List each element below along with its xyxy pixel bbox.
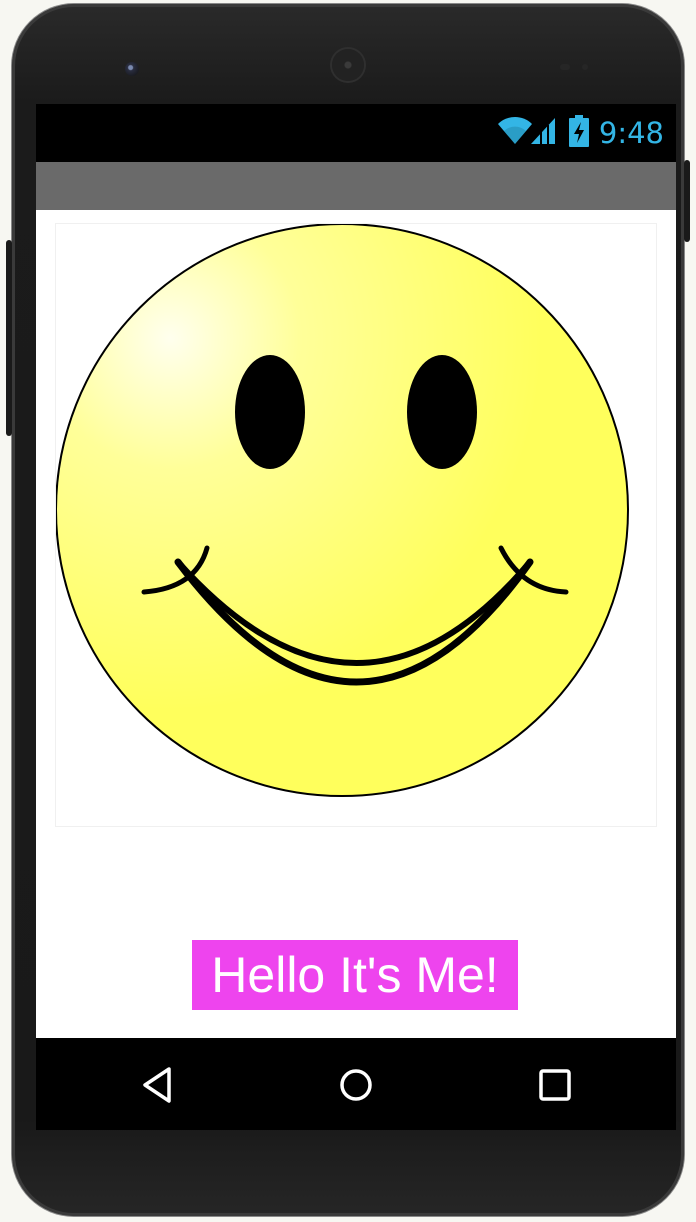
proximity-sensor — [560, 64, 570, 70]
light-sensor — [582, 64, 588, 70]
volume-button — [6, 240, 12, 436]
power-button — [684, 160, 690, 242]
navigation-bar — [36, 1038, 676, 1130]
home-icon — [340, 1069, 372, 1101]
battery-charging-icon — [568, 114, 589, 152]
phone-frame: 9:48 Hello It's Me! — [6, 4, 690, 1216]
action-bar — [36, 162, 676, 210]
back-button[interactable] — [132, 1060, 182, 1110]
cellular-signal-icon — [529, 116, 557, 151]
screen: 9:48 Hello It's Me! — [36, 104, 676, 1130]
wifi-icon — [497, 116, 533, 151]
earpiece-speaker — [332, 49, 364, 81]
front-camera — [125, 62, 139, 76]
back-icon — [143, 1067, 171, 1103]
app-content: Hello It's Me! — [36, 210, 676, 1038]
hello-label: Hello It's Me! — [192, 940, 518, 1010]
status-bar: 9:48 — [36, 104, 676, 162]
recents-icon — [539, 1069, 571, 1101]
smiley-face-icon — [55, 223, 629, 797]
image-view — [55, 223, 656, 826]
recents-button[interactable] — [530, 1060, 580, 1110]
status-time: 9:48 — [598, 116, 664, 150]
home-button[interactable] — [331, 1060, 381, 1110]
status-icons: 9:48 — [497, 114, 664, 152]
